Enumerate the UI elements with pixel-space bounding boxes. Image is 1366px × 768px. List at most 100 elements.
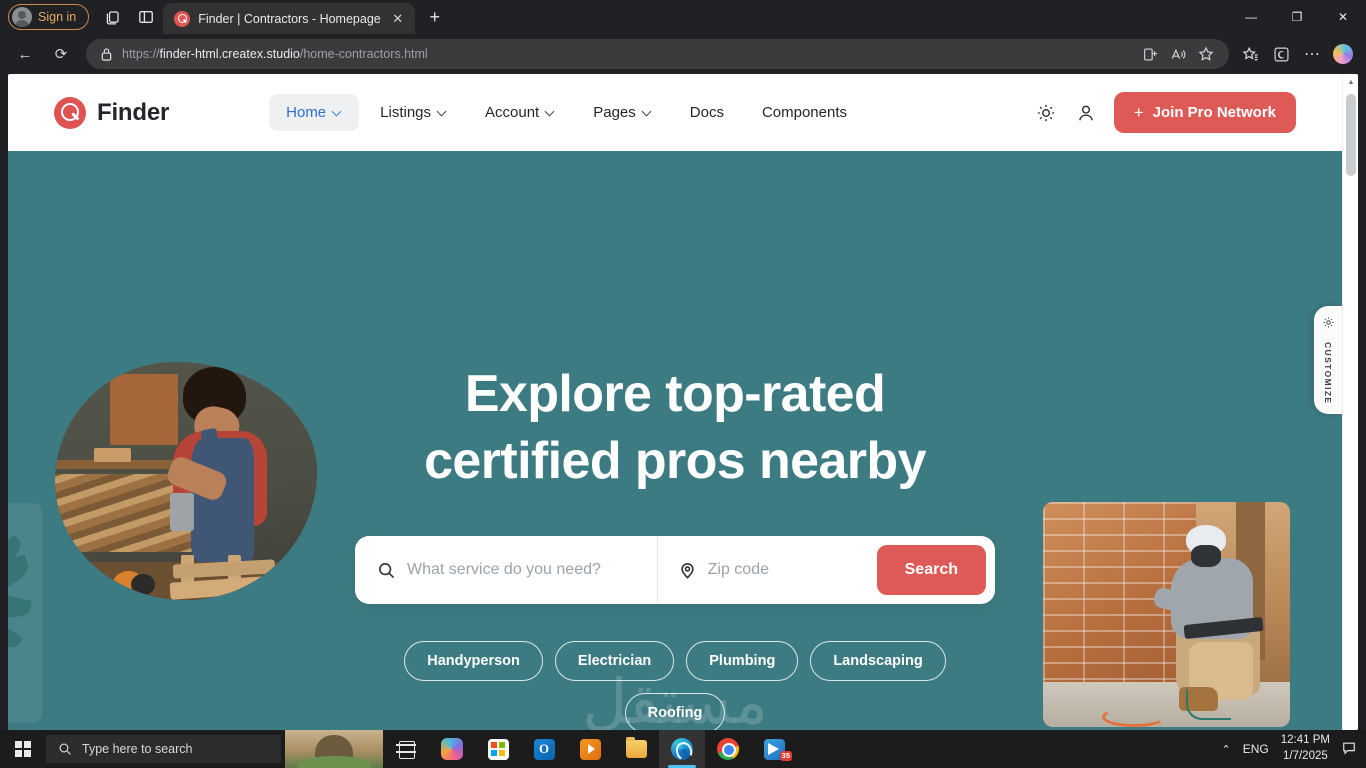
nav-item-home[interactable]: Home: [269, 94, 359, 131]
copilot-icon: [441, 738, 463, 760]
tab-actions-icon[interactable]: [95, 2, 129, 32]
site-header: Finder Home Listings Account: [8, 74, 1342, 151]
minimize-button[interactable]: —: [1228, 0, 1274, 34]
sign-in-button[interactable]: Sign in: [8, 4, 89, 30]
new-tab-button[interactable]: +: [421, 3, 449, 31]
tray-expand-icon[interactable]: ⌃: [1222, 743, 1231, 756]
browser-tabstrip: Sign in Finder | Contractors - Homepage …: [0, 0, 1366, 34]
tray-clock[interactable]: 12:41 PM 1/7/2025: [1281, 733, 1330, 764]
taskbar-copilot[interactable]: [429, 730, 475, 768]
close-window-button[interactable]: ✕: [1320, 0, 1366, 34]
category-pill-landscaping[interactable]: Landscaping: [810, 641, 945, 681]
back-button[interactable]: ←: [8, 39, 42, 69]
nav-label-pages: Pages: [593, 104, 636, 121]
tab-title: Finder | Contractors - Homepage: [198, 12, 381, 26]
hero-title-line-1: Explore top-rated: [465, 365, 885, 423]
category-pill-list: Handyperson Electrician Plumbing Landsca…: [355, 641, 995, 730]
nav-item-listings[interactable]: Listings: [363, 94, 464, 131]
url-path: /home-contractors.html: [300, 47, 428, 61]
search-icon: [58, 742, 72, 756]
browser-addressbar: ← ⟳ https://finder-html.createx.studio/h…: [0, 34, 1366, 74]
chrome-icon: [717, 738, 739, 760]
sign-in-label: Sign in: [38, 10, 76, 24]
nav-item-account[interactable]: Account: [468, 94, 572, 131]
taskbar-google-chrome[interactable]: [705, 730, 751, 768]
plus-icon: +: [1134, 104, 1144, 121]
category-pill-roofing[interactable]: Roofing: [625, 693, 726, 730]
settings-more-icon[interactable]: ⋯: [1297, 39, 1327, 69]
zip-search-field[interactable]: [657, 536, 867, 604]
nav-item-components[interactable]: Components: [745, 94, 864, 131]
url-host: finder-html.createx.studio: [160, 47, 300, 61]
url-scheme: https://: [122, 47, 160, 61]
taskbar-microsoft-edge[interactable]: [659, 730, 705, 768]
task-view-button[interactable]: [383, 730, 429, 768]
taskbar-search-box[interactable]: Type here to search: [46, 735, 281, 763]
taskbar-tray: ⌃ ENG 12:41 PM 1/7/2025: [1222, 733, 1366, 764]
browser-window: Sign in Finder | Contractors - Homepage …: [0, 0, 1366, 768]
tab-favicon-icon: [174, 11, 190, 27]
hero-content: Explore top-rated certified pros nearby: [355, 151, 995, 730]
sun-icon[interactable]: [1034, 101, 1058, 125]
category-pill-handyperson[interactable]: Handyperson: [404, 641, 543, 681]
search-icon: [377, 561, 396, 580]
page-title: Explore top-rated certified pros nearby: [355, 151, 995, 494]
category-pill-electrician[interactable]: Electrician: [555, 641, 674, 681]
collections-icon[interactable]: [1235, 39, 1265, 69]
copilot-icon[interactable]: [1328, 39, 1358, 69]
url-input[interactable]: https://finder-html.createx.studio/home-…: [86, 39, 1229, 69]
taskbar-outlook[interactable]: O: [521, 730, 567, 768]
maximize-button[interactable]: ❐: [1274, 0, 1320, 34]
taskbar-search-placeholder: Type here to search: [82, 742, 192, 756]
notification-icon[interactable]: [1342, 741, 1356, 758]
scroll-up-arrow[interactable]: ▲: [1343, 74, 1358, 90]
search-button[interactable]: Search: [877, 545, 986, 595]
edge-icon: [671, 738, 693, 760]
main-navigation: Home Listings Account Pages: [269, 94, 864, 131]
service-search-field[interactable]: [355, 536, 657, 604]
tray-language[interactable]: ENG: [1243, 742, 1269, 756]
tab-close-icon[interactable]: ✕: [389, 10, 407, 28]
profile-avatar-icon: [12, 7, 32, 27]
start-button[interactable]: [0, 730, 46, 768]
service-search-input[interactable]: [407, 561, 657, 579]
nav-label-home: Home: [286, 104, 326, 121]
browser-tab[interactable]: Finder | Contractors - Homepage ✕: [163, 3, 415, 34]
taskbar-microsoft-store[interactable]: [475, 730, 521, 768]
widgets-weather-thumb[interactable]: [285, 730, 383, 768]
category-pill-plumbing[interactable]: Plumbing: [686, 641, 798, 681]
nav-label-components: Components: [762, 104, 847, 121]
chevron-down-icon: [333, 108, 342, 117]
url-text: https://finder-html.createx.studio/home-…: [122, 47, 428, 61]
window-controls: — ❐ ✕: [1228, 0, 1366, 34]
taskbar-teams[interactable]: 35: [751, 730, 797, 768]
taskbar-file-explorer[interactable]: [613, 730, 659, 768]
join-pro-network-label: Join Pro Network: [1153, 104, 1276, 121]
windows-taskbar: Type here to search O 35: [0, 730, 1366, 768]
split-pane-icon[interactable]: [129, 2, 163, 32]
scrollbar-thumb[interactable]: [1346, 94, 1356, 176]
reload-button[interactable]: ⟳: [44, 39, 78, 69]
user-icon[interactable]: [1074, 101, 1098, 125]
file-explorer-icon: [626, 740, 647, 758]
nav-item-docs[interactable]: Docs: [673, 94, 741, 131]
brand-name: Finder: [97, 99, 169, 127]
media-player-icon: [580, 739, 601, 760]
taskbar-media-player[interactable]: [567, 730, 613, 768]
url-inline-icons: [1137, 41, 1219, 67]
page-scrollbar[interactable]: ▲: [1342, 74, 1358, 730]
chevron-down-icon: [438, 108, 447, 117]
browser-essentials-icon[interactable]: [1266, 39, 1296, 69]
nav-item-pages[interactable]: Pages: [576, 94, 669, 131]
customize-tab[interactable]: CUSTOMIZE: [1314, 306, 1342, 414]
join-pro-network-button[interactable]: + Join Pro Network: [1114, 92, 1296, 133]
zip-code-input[interactable]: [708, 561, 867, 579]
browser-toolbar-icons: ⋯: [1235, 39, 1358, 69]
chevron-down-icon: [546, 108, 555, 117]
read-aloud-icon[interactable]: [1165, 41, 1191, 67]
split-screen-icon[interactable]: [1137, 41, 1163, 67]
windows-start-icon: [15, 741, 31, 757]
favorite-star-icon[interactable]: [1193, 41, 1219, 67]
outlook-icon: O: [534, 739, 555, 760]
brand-logo[interactable]: Finder: [54, 97, 169, 129]
